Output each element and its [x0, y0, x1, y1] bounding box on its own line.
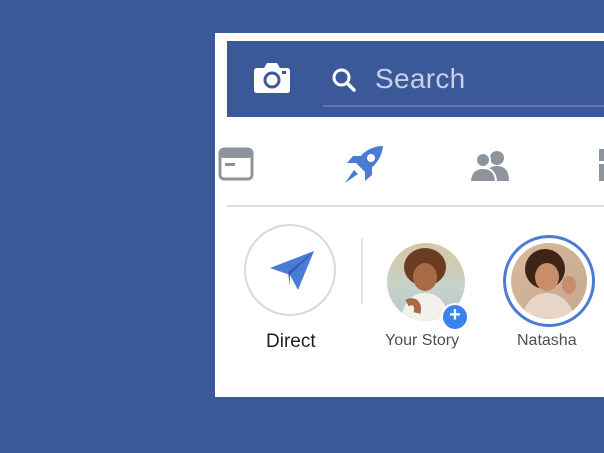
direct-button[interactable]	[244, 224, 336, 316]
rocket-icon	[345, 146, 383, 183]
plus-icon: +	[449, 304, 461, 326]
camera-icon[interactable]	[251, 59, 293, 95]
store-icon	[599, 149, 604, 181]
top-bar: Search	[227, 41, 604, 117]
tab-friends[interactable]	[468, 149, 512, 183]
tab-feed[interactable]	[218, 147, 254, 181]
tab-bar	[215, 125, 604, 205]
stories-separator	[361, 238, 363, 304]
your-story-label: Your Story	[385, 332, 460, 349]
search-input[interactable]: Search	[375, 63, 466, 95]
search-bar[interactable]: Search	[323, 53, 604, 107]
natasha-avatar	[511, 243, 587, 319]
natasha-label: Natasha	[517, 332, 577, 349]
tab-divider	[227, 205, 604, 207]
phone-screen: Search Direct + Your Story Natasha	[215, 33, 604, 397]
tab-marketplace[interactable]	[595, 147, 604, 183]
friends-icon	[468, 151, 509, 183]
tab-stories[interactable]	[341, 143, 387, 187]
news-feed-icon	[218, 147, 254, 181]
stories-row: Direct + Your Story Natasha	[215, 223, 604, 397]
natasha-story[interactable]	[503, 235, 595, 327]
add-story-button[interactable]: +	[441, 303, 469, 331]
direct-label: Direct	[266, 331, 316, 352]
search-icon	[331, 67, 357, 93]
paper-plane-icon	[270, 251, 314, 290]
